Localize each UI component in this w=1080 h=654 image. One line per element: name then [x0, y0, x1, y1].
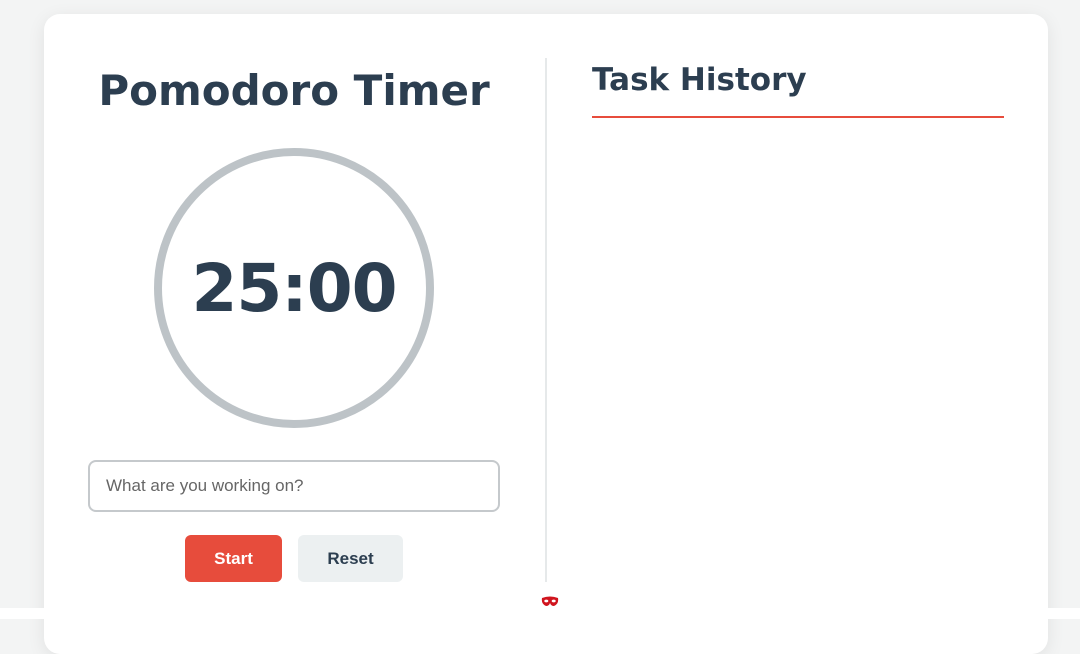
timer-display: 25:00 — [191, 249, 397, 327]
app-card: Pomodoro Timer 25:00 Start Reset Task Hi… — [44, 14, 1048, 654]
start-button[interactable]: Start — [185, 535, 282, 582]
timer-ring: 25:00 — [154, 148, 434, 428]
history-panel: Task History — [592, 14, 1004, 614]
timer-panel: Pomodoro Timer 25:00 Start Reset — [44, 14, 544, 614]
bottom-strip — [0, 608, 1080, 619]
history-list — [592, 130, 1004, 570]
history-title: Task History — [592, 62, 807, 98]
panel-divider — [545, 58, 547, 582]
reset-button[interactable]: Reset — [298, 535, 403, 582]
history-title-underline — [592, 116, 1004, 118]
task-input[interactable] — [88, 460, 500, 512]
mask-icon — [541, 596, 559, 606]
page-title: Pomodoro Timer — [98, 66, 490, 115]
